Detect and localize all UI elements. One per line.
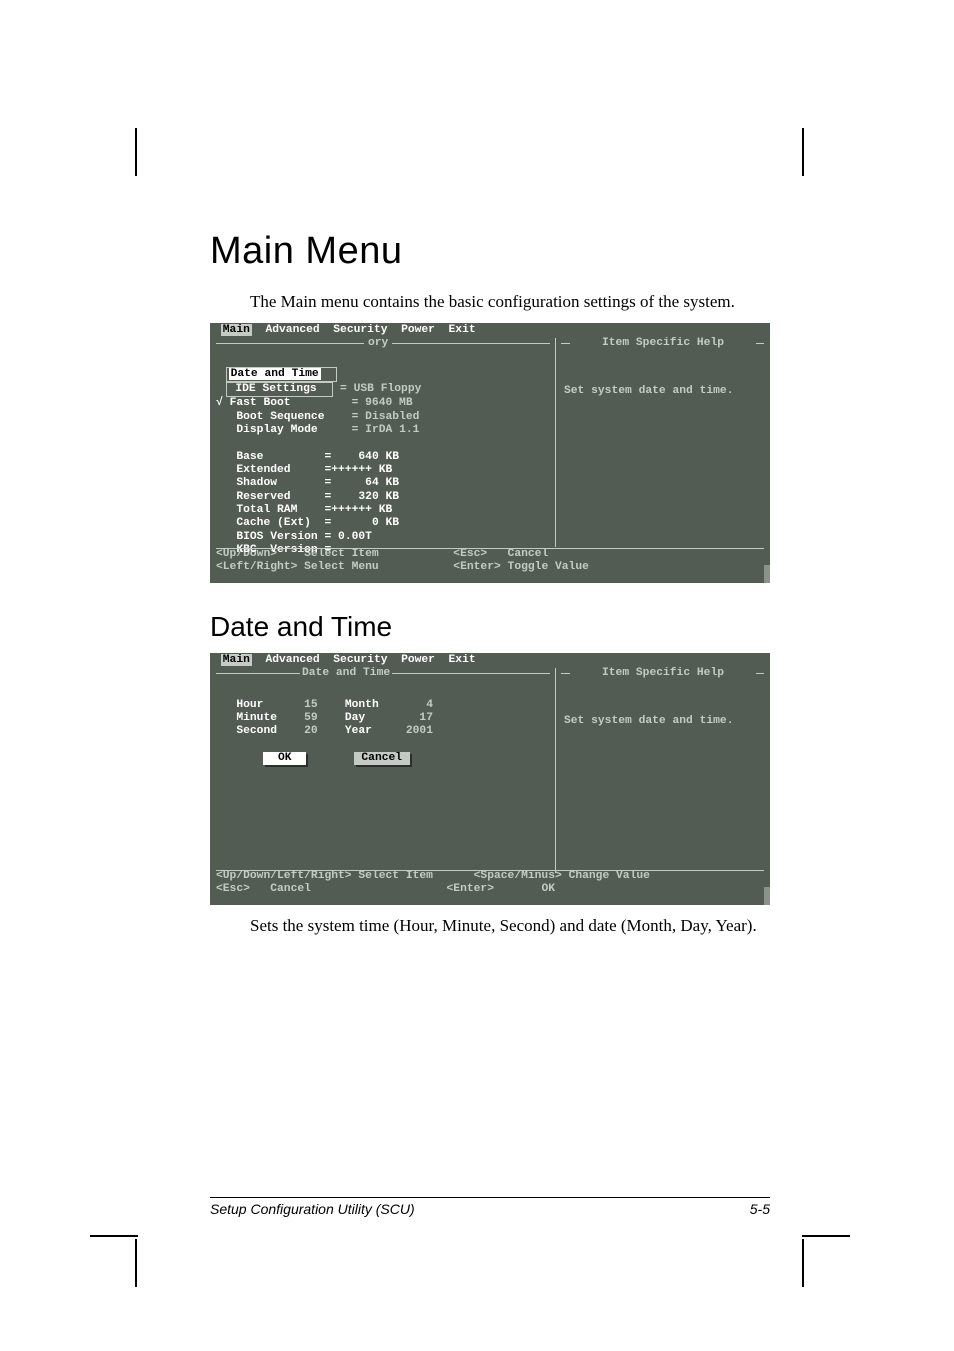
label-second: Second	[236, 725, 277, 737]
menu-power[interactable]: Power	[401, 324, 435, 336]
val-boot-seq: = Disabled	[352, 411, 420, 423]
menu-main[interactable]: Main	[221, 324, 252, 336]
value-year[interactable]: 2001	[406, 725, 433, 737]
value-hour[interactable]: 15	[304, 699, 318, 711]
item-ide-settings[interactable]: IDE Settings	[235, 383, 316, 395]
mem-base: Base	[236, 451, 263, 463]
menu-security[interactable]: Security	[333, 324, 387, 336]
mem-total: Total RAM	[236, 504, 297, 516]
mem-base-val: = 640 KB	[324, 451, 399, 463]
value-minute[interactable]: 59	[304, 712, 318, 724]
menu-advanced[interactable]: Advanced	[265, 654, 319, 666]
crop-mark	[802, 128, 804, 176]
bios-date-time-screenshot: Main Advanced Security Power Exit Date a…	[210, 653, 770, 905]
mem-extended: Extended	[236, 464, 290, 476]
cancel-button[interactable]: Cancel	[354, 752, 410, 765]
help-text: Set system date and time.	[564, 715, 764, 728]
label-minute: Minute	[236, 712, 277, 724]
mem-biosver: BIOS Version	[236, 531, 317, 543]
item-date-time[interactable]: Date and Time	[229, 368, 321, 380]
val-ide: = USB Floppy	[340, 383, 421, 395]
value-second[interactable]: 20	[304, 725, 318, 737]
scrollbar-stub	[764, 887, 770, 905]
item-display-mode[interactable]: Display Mode	[236, 424, 317, 436]
mem-reserved-val: = 320 KB	[324, 491, 399, 503]
mem-cache-val: = 0 KB	[324, 517, 399, 529]
val-display-mode: = IrDA 1.1	[352, 424, 420, 436]
mem-biosver-val: = 0.00T	[324, 531, 371, 543]
val-fast-boot: = 9640 MB	[352, 397, 413, 409]
label-day: Day	[345, 712, 365, 724]
bios-main-screenshot: Main Advanced Security Power Exit ory It…	[210, 323, 770, 583]
menu-main[interactable]: Main	[221, 654, 252, 666]
menu-advanced[interactable]: Advanced	[265, 324, 319, 336]
bios-menubar: Main Advanced Security Power Exit	[210, 323, 770, 338]
mem-shadow: Shadow	[236, 477, 277, 489]
mem-kbc: KBC Version	[236, 544, 317, 556]
footer-page-number: 5-5	[750, 1201, 770, 1217]
caption-text: Sets the system time (Hour, Minute, Seco…	[250, 915, 770, 938]
mem-reserved: Reserved	[236, 491, 290, 503]
menu-power[interactable]: Power	[401, 654, 435, 666]
fast-boot-check-icon: √	[216, 397, 223, 409]
mem-extended-val: =++++++ KB	[324, 464, 392, 476]
value-month[interactable]: 4	[426, 699, 433, 711]
bios-footer: <Up/Down/Left/Right> Select Item <Space/…	[210, 868, 770, 901]
footer-left: Setup Configuration Utility (SCU)	[210, 1201, 415, 1217]
mem-total-val: =++++++ KB	[324, 504, 392, 516]
value-day[interactable]: 17	[419, 712, 433, 724]
mem-kbc-val: =	[324, 544, 331, 556]
page-title: Main Menu	[210, 230, 770, 273]
label-hour: Hour	[236, 699, 263, 711]
label-year: Year	[345, 725, 372, 737]
item-boot-sequence[interactable]: Boot Sequence	[236, 411, 324, 423]
menu-security[interactable]: Security	[333, 654, 387, 666]
scrollbar-stub	[764, 565, 770, 583]
menu-exit[interactable]: Exit	[449, 654, 476, 666]
intro-text: The Main menu contains the basic configu…	[250, 291, 770, 313]
label-month: Month	[345, 699, 379, 711]
bios-menubar: Main Advanced Security Power Exit	[210, 653, 770, 668]
mem-shadow-val: = 64 KB	[325, 477, 400, 489]
help-text: Set system date and time.	[564, 385, 764, 398]
crop-mark	[135, 128, 137, 176]
ok-button[interactable]: OK	[263, 752, 306, 765]
item-fast-boot[interactable]: Fast Boot	[230, 397, 291, 409]
crop-mark	[802, 1239, 804, 1287]
crop-mark	[90, 1235, 138, 1237]
crop-mark	[802, 1235, 850, 1237]
sub-title: Date and Time	[210, 611, 770, 643]
mem-cache: Cache (Ext)	[236, 517, 311, 529]
page-footer: Setup Configuration Utility (SCU) 5-5	[210, 1197, 770, 1217]
crop-mark	[135, 1239, 137, 1287]
menu-exit[interactable]: Exit	[449, 324, 476, 336]
